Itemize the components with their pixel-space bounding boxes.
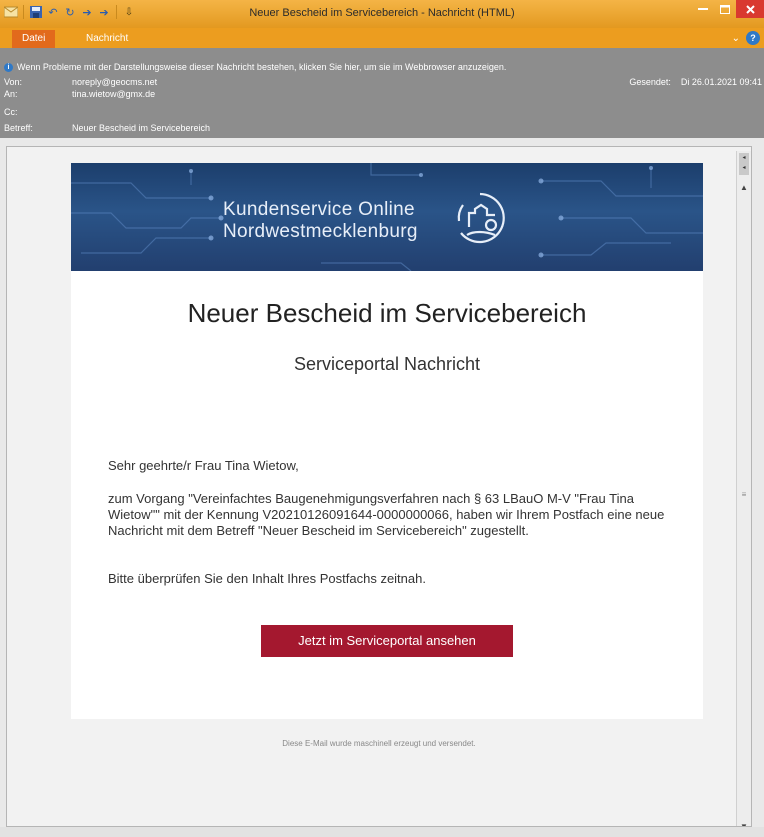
from-label: Von: — [4, 77, 23, 87]
serviceportal-button[interactable]: Jetzt im Serviceportal ansehen — [261, 625, 513, 657]
tab-datei[interactable]: Datei — [12, 30, 56, 48]
to-row: An: tina.wietow@gmx.de — [4, 88, 155, 100]
subject-label: Betreff: — [4, 123, 33, 133]
ribbon-right-controls: ⌄ ? — [732, 31, 760, 45]
sent-info: Gesendet: Di 26.01.2021 09:41 — [619, 77, 762, 87]
window-controls — [692, 0, 764, 18]
minimize-button[interactable] — [692, 0, 714, 18]
tab-nachricht[interactable]: Nachricht — [80, 30, 134, 48]
email-body-reminder: Bitte überprüfen Sie den Inhalt Ihres Po… — [108, 571, 426, 586]
chevron-down-icon[interactable]: ⌄ — [732, 33, 740, 44]
pane-toggle-icon[interactable]: ◂ ◂ — [739, 153, 749, 175]
help-icon[interactable]: ? — [746, 31, 760, 45]
message-header: i Wenn Probleme mit der Darstellungsweis… — [0, 48, 764, 138]
scroll-down-icon[interactable]: ▼ — [737, 820, 751, 826]
sent-label: Gesendet: — [629, 77, 671, 87]
status-bar — [0, 827, 764, 837]
email-heading: Neuer Bescheid im Servicebereich — [187, 298, 587, 328]
email-card: Neuer Bescheid im Servicebereich Service… — [71, 271, 703, 719]
cc-label: Cc: — [4, 107, 18, 117]
email-footer: Diese E-Mail wurde maschinell erzeugt un… — [282, 739, 476, 748]
message-body-area: Kundenservice Online Nordwestmecklenburg — [0, 138, 764, 827]
to-label: An: — [4, 89, 18, 99]
maximize-button[interactable] — [714, 0, 736, 18]
sent-value: Di 26.01.2021 09:41 — [680, 77, 762, 87]
from-value[interactable]: noreply@geocms.net — [72, 77, 157, 87]
email-background: Kundenservice Online Nordwestmecklenburg — [7, 147, 751, 826]
info-bar-text: Wenn Probleme mit der Darstellungsweise … — [17, 62, 507, 72]
window-title: Neuer Bescheid im Servicebereich - Nachr… — [249, 7, 515, 19]
scroll-up-icon[interactable]: ▲ — [737, 181, 751, 195]
header-banner: Kundenservice Online Nordwestmecklenburg — [71, 163, 703, 271]
scroll-grip-icon[interactable]: ≡ — [740, 491, 748, 499]
ribbon-tabs: Datei Nachricht ⌄ ? — [0, 28, 764, 48]
info-bar[interactable]: i Wenn Probleme mit der Darstellungsweis… — [4, 62, 506, 72]
outlook-message-window: ↶ ↻ ➔ ➔ ⇩ Neuer Bescheid im Serviceberei… — [0, 0, 764, 837]
info-icon: i — [4, 62, 13, 72]
subject-value: Neuer Bescheid im Servicebereich — [72, 123, 211, 133]
email-subheading: Serviceportal Nachricht — [293, 354, 481, 374]
close-button[interactable] — [736, 0, 764, 18]
email-greeting: Sehr geehrte/r Frau Tina Wietow, — [108, 458, 299, 473]
to-value[interactable]: tina.wietow@gmx.de — [72, 89, 155, 99]
email-body-paragraph: zum Vorgang "Vereinfachtes Baugenehmigun… — [108, 491, 665, 538]
subject-row: Betreff: Neuer Bescheid im Servicebereich — [4, 122, 210, 134]
banner-title-line1: Kundenservice Online — [223, 199, 415, 220]
vertical-scrollbar[interactable]: ◂ ◂ ▲ ≡ ▼ — [736, 151, 751, 826]
banner-title-line2: Nordwestmecklenburg — [223, 221, 418, 242]
from-row: Von: noreply@geocms.net — [4, 76, 157, 88]
title-bar: ↶ ↻ ➔ ➔ ⇩ Neuer Bescheid im Serviceberei… — [0, 0, 764, 28]
cc-row: Cc: — [4, 106, 72, 118]
email-content-frame: Kundenservice Online Nordwestmecklenburg — [6, 146, 752, 827]
castle-logo-icon — [457, 192, 505, 244]
